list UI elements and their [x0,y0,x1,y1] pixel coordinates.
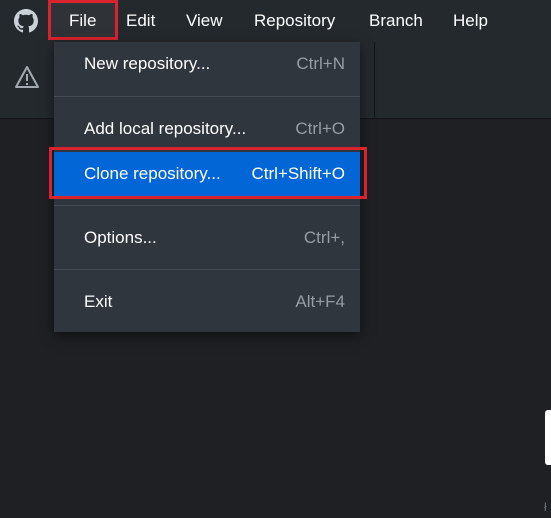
side-panel-edge [545,410,551,465]
menu-item-shortcut: Alt+F4 [295,292,345,311]
menu-branch[interactable]: Branch [369,0,423,42]
corner-text: ł [544,500,547,514]
menu-item-label: Add local repository... [84,119,247,138]
menu-item-shortcut: Ctrl+O [295,119,345,138]
clone-repository-highlight [49,147,367,199]
menu-view[interactable]: View [186,0,223,42]
menu-separator [54,205,360,206]
app-window: File Edit View Repository Branch Help ł … [0,0,551,518]
menu-bar: File Edit View Repository Branch Help [0,0,551,42]
menu-edit[interactable]: Edit [126,0,155,42]
menu-item-label: New repository... [84,54,211,73]
menu-repository[interactable]: Repository [254,0,335,42]
menu-item-label: Exit [84,292,113,311]
menu-item-label: Options... [84,228,157,247]
menu-item-add-local-repository[interactable]: Add local repository... Ctrl+O [54,107,360,151]
menu-item-options[interactable]: Options... Ctrl+, [54,216,360,260]
github-icon[interactable] [14,9,38,33]
menu-file[interactable]: File [69,0,96,42]
menu-help[interactable]: Help [453,0,488,42]
menu-item-new-repository[interactable]: New repository... Ctrl+N [54,42,360,86]
menu-item-shortcut: Ctrl+, [303,228,345,247]
toolbar-divider [374,42,375,118]
warning-icon[interactable] [14,65,40,89]
menu-item-shortcut: Ctrl+N [296,54,345,73]
menu-separator [54,96,360,97]
menu-separator [54,269,360,270]
menu-item-exit[interactable]: Exit Alt+F4 [54,280,360,324]
